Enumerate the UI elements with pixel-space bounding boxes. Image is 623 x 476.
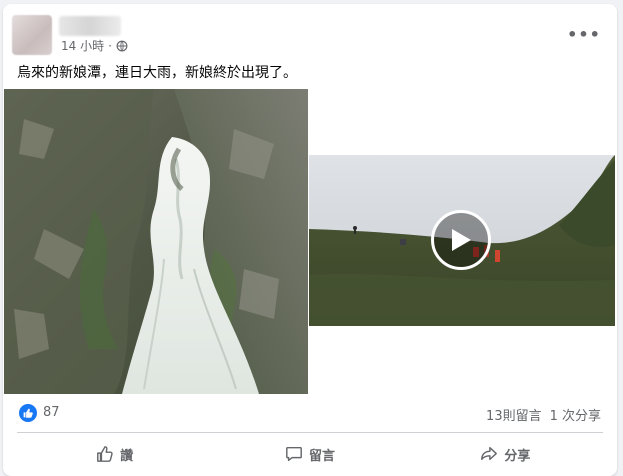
comment-button-label: 留言 [308,448,335,464]
more-options-icon: ••• [567,24,601,44]
waterfall-photo[interactable] [4,89,308,394]
globe-icon [116,40,128,51]
share-button[interactable]: 分享 [408,436,603,472]
share-arrow-icon [481,446,498,461]
waterfall-photo-image [4,89,308,394]
author-avatar[interactable] [12,15,52,55]
engagement-counts: 13則留言 1 次分享 [486,405,601,424]
like-count[interactable]: 87 [43,405,60,420]
thumbs-up-outline-icon [97,446,113,462]
play-button[interactable] [431,210,491,270]
share-count[interactable]: 1 次分享 [550,405,601,424]
thumbs-up-icon[interactable] [19,404,37,422]
post-card: 14 小時 · ••• 烏來的新娘潭，連日大雨，新娘終於出現了。 87 13則留… [3,4,617,476]
action-divider [17,432,603,433]
post-text: 烏來的新娘潭，連日大雨，新娘終於出現了。 [17,65,297,81]
share-button-label: 分享 [504,448,531,464]
video-thumbnail[interactable] [309,155,615,326]
like-button[interactable]: 讚 [17,436,212,472]
post-stats: 87 13則留言 1 次分享 [3,399,617,427]
comment-button[interactable]: 留言 [212,436,407,472]
action-bar: 讚 留言 分享 [17,436,603,472]
speech-bubble-icon [286,446,302,462]
meta-separator: · [108,38,112,53]
post-meta: 14 小時 · [61,37,128,54]
like-button-label: 讚 [120,448,134,464]
play-icon [452,229,471,251]
comment-count[interactable]: 13則留言 [486,405,542,424]
author-name-redacted[interactable] [59,16,121,36]
more-options-button[interactable]: ••• [567,24,601,44]
post-timestamp[interactable]: 14 小時 [61,37,104,54]
